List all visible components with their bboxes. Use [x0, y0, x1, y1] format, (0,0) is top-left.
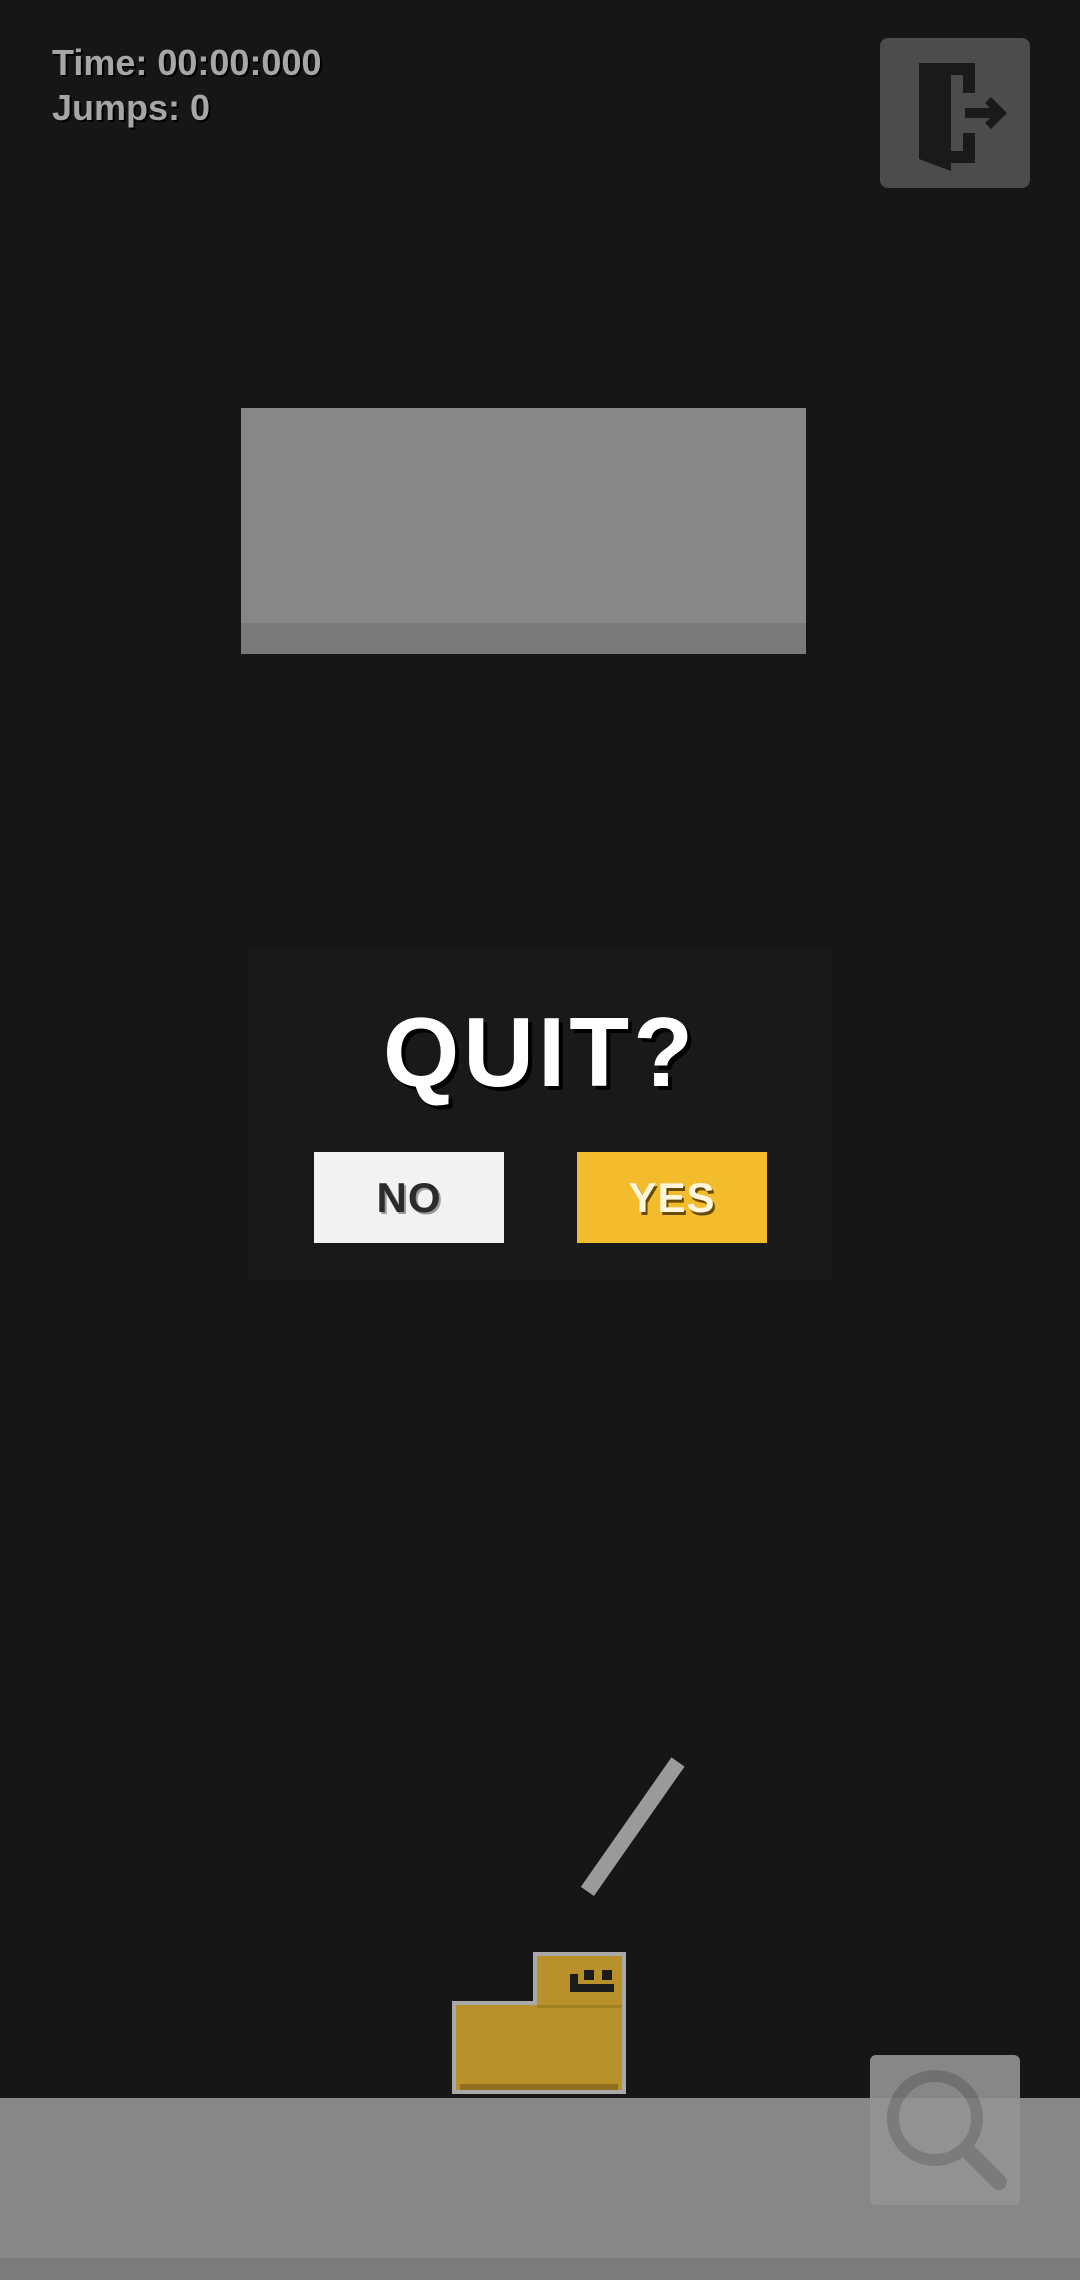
- no-button[interactable]: NO: [314, 1152, 504, 1243]
- zoom-button[interactable]: [870, 2055, 1020, 2205]
- floating-platform: [241, 408, 806, 654]
- player-eye-left: [584, 1970, 594, 1980]
- yes-button[interactable]: YES: [577, 1152, 767, 1243]
- exit-button[interactable]: [880, 38, 1030, 188]
- aim-indicator: [580, 1757, 685, 1897]
- exit-door-icon: [919, 63, 1007, 171]
- hud: Time: 00:00:000 Jumps: 0: [52, 40, 322, 130]
- dialog-title: QUIT?: [383, 997, 697, 1107]
- player-character[interactable]: [452, 1952, 628, 2096]
- platform-shadow: [241, 623, 806, 654]
- player-eye-right: [602, 1970, 612, 1980]
- jumps-counter: Jumps: 0: [52, 87, 211, 128]
- time-readout: Time: 00:00:000: [52, 42, 322, 83]
- ground-strip: [0, 2258, 1080, 2280]
- quit-dialog: QUIT? NO YES: [248, 950, 832, 1280]
- player-mouth: [570, 1984, 614, 1992]
- magnifier-icon: [887, 2070, 1007, 2190]
- game-stage[interactable]: Time: 00:00:000 Jumps: 0 QUIT? NO YES: [0, 0, 1080, 2280]
